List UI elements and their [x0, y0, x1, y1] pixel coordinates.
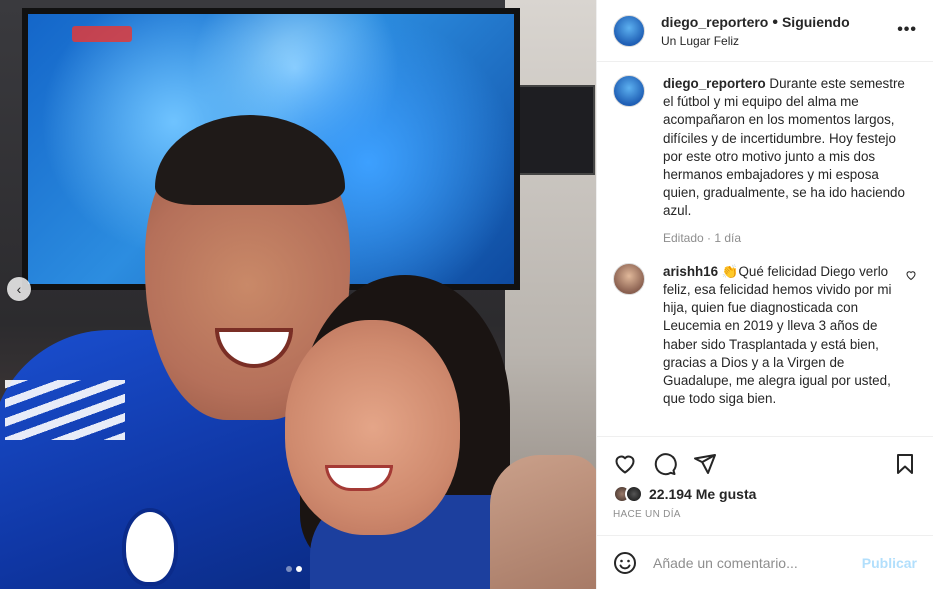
- commenter-avatar[interactable]: [613, 262, 645, 295]
- comment-item: arishh16 👏Qué felicidad Diego verlo feli…: [613, 262, 917, 409]
- comment-input[interactable]: [653, 554, 862, 571]
- woman-face: [285, 320, 460, 535]
- arm: [490, 455, 596, 589]
- wall-frame: [515, 85, 595, 175]
- comments-list[interactable]: diego_reportero Durante este semestre el…: [597, 63, 933, 435]
- post-photo[interactable]: ‹: [0, 0, 596, 589]
- post-header: diego_reportero • Siguiendo Un Lugar Feliz…: [597, 0, 933, 62]
- comment-composer: Publicar: [597, 535, 933, 589]
- author-avatar[interactable]: [613, 14, 645, 47]
- like-heart-icon[interactable]: [613, 452, 637, 476]
- more-options-icon[interactable]: •••: [897, 21, 917, 39]
- jersey-stripes: [5, 380, 125, 440]
- post-actions: 22.194 Me gusta Hace un día: [597, 436, 933, 520]
- comment-like-icon[interactable]: [905, 269, 917, 284]
- likes-count[interactable]: 22.194 Me gusta: [649, 486, 756, 502]
- post-timestamp[interactable]: Hace un día: [613, 509, 917, 520]
- caption-text: Durante este semestre el fútbol y mi equ…: [663, 76, 905, 219]
- caption-username[interactable]: diego_reportero: [663, 76, 766, 91]
- caption-meta: Editado · 1 día: [663, 230, 742, 245]
- comment-username[interactable]: arishh16: [663, 264, 718, 279]
- tv-logo: [72, 26, 132, 42]
- bookmark-icon[interactable]: [893, 452, 917, 476]
- club-badge: [122, 508, 178, 586]
- follow-status-button[interactable]: Siguiendo: [782, 14, 850, 30]
- carousel-dot-active: [296, 566, 302, 572]
- carousel-dot: [286, 566, 292, 572]
- chevron-left-icon: ‹: [16, 281, 22, 297]
- post-side-panel: diego_reportero • Siguiendo Un Lugar Feliz…: [596, 0, 933, 589]
- publish-button[interactable]: Publicar: [862, 555, 917, 571]
- comment-icon[interactable]: [653, 452, 677, 476]
- likes-row[interactable]: 22.194 Me gusta: [613, 485, 917, 503]
- author-username[interactable]: diego_reportero: [661, 14, 768, 30]
- share-icon[interactable]: [693, 452, 717, 476]
- author-avatar[interactable]: [613, 75, 645, 107]
- separator-dot: •: [772, 13, 778, 31]
- caption-item: diego_reportero Durante este semestre el…: [613, 75, 917, 247]
- emoji-icon[interactable]: [613, 551, 637, 575]
- carousel-prev-button[interactable]: ‹: [7, 277, 31, 301]
- comment-text: 👏Qué felicidad Diego verlo feliz, esa fe…: [663, 263, 892, 407]
- carousel-dots: [286, 566, 302, 572]
- liker-avatar: [625, 485, 643, 503]
- post-location[interactable]: Un Lugar Feliz: [661, 33, 850, 49]
